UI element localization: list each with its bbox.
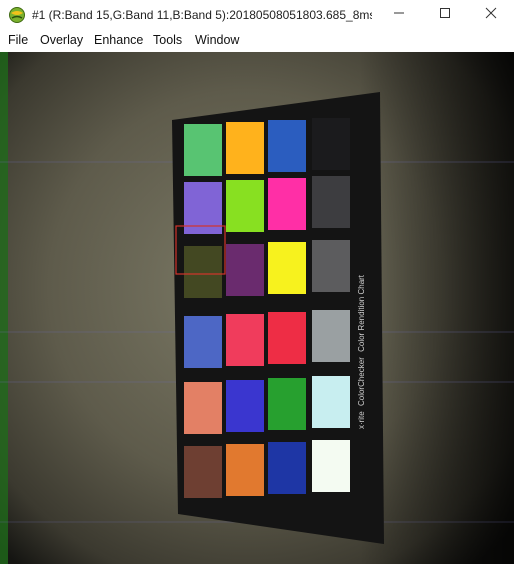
menu-window[interactable]: Window bbox=[195, 33, 239, 47]
color-patch bbox=[268, 312, 306, 364]
menu-enhance[interactable]: Enhance bbox=[94, 33, 143, 47]
envi-globe-icon[interactable] bbox=[8, 6, 26, 24]
close-icon bbox=[485, 6, 497, 24]
title-bar: #1 (R:Band 15,G:Band 11,B:Band 5):201805… bbox=[0, 0, 514, 30]
color-patch bbox=[226, 244, 264, 296]
color-patch bbox=[312, 118, 350, 170]
color-patch bbox=[184, 246, 222, 298]
chart-product-label: ColorChecker bbox=[357, 357, 366, 406]
color-patch bbox=[268, 120, 306, 172]
color-patch bbox=[312, 310, 350, 362]
color-patch bbox=[268, 442, 306, 494]
color-patch bbox=[268, 178, 306, 230]
color-patch bbox=[226, 380, 264, 432]
color-patch bbox=[226, 180, 264, 232]
menu-file[interactable]: File bbox=[8, 33, 28, 47]
menu-tools[interactable]: Tools bbox=[153, 33, 182, 47]
image-display[interactable]: x·rite ColorChecker Color Rendition Char… bbox=[0, 52, 514, 564]
menu-overlay[interactable]: Overlay bbox=[40, 33, 83, 47]
close-button[interactable] bbox=[468, 0, 514, 30]
color-patch bbox=[184, 316, 222, 368]
chart-suffix-label: Color Rendition Chart bbox=[357, 274, 366, 352]
minimize-icon bbox=[393, 6, 405, 24]
color-patch bbox=[184, 124, 222, 176]
color-patch bbox=[184, 382, 222, 434]
color-patch bbox=[312, 440, 350, 492]
maximize-button[interactable] bbox=[422, 0, 468, 30]
color-patch bbox=[226, 314, 264, 366]
color-patch bbox=[312, 176, 350, 228]
color-patch bbox=[312, 376, 350, 428]
color-patch bbox=[226, 444, 264, 496]
color-patch bbox=[312, 240, 350, 292]
minimize-button[interactable] bbox=[376, 0, 422, 30]
maximize-icon bbox=[439, 6, 451, 24]
color-patch bbox=[226, 122, 264, 174]
image-svg: x·rite ColorChecker Color Rendition Char… bbox=[0, 52, 514, 564]
color-patch bbox=[268, 242, 306, 294]
color-patch bbox=[184, 446, 222, 498]
color-patch bbox=[268, 378, 306, 430]
window-title: #1 (R:Band 15,G:Band 11,B:Band 5):201805… bbox=[32, 8, 372, 22]
menu-bar: File Overlay Enhance Tools Window bbox=[0, 30, 514, 52]
chart-brand-label: x·rite bbox=[357, 411, 366, 429]
svg-text:x·rite ColorChecker: x·rite ColorChecker Color Rendition Char… bbox=[357, 274, 366, 429]
left-edge-artifact bbox=[0, 52, 8, 564]
